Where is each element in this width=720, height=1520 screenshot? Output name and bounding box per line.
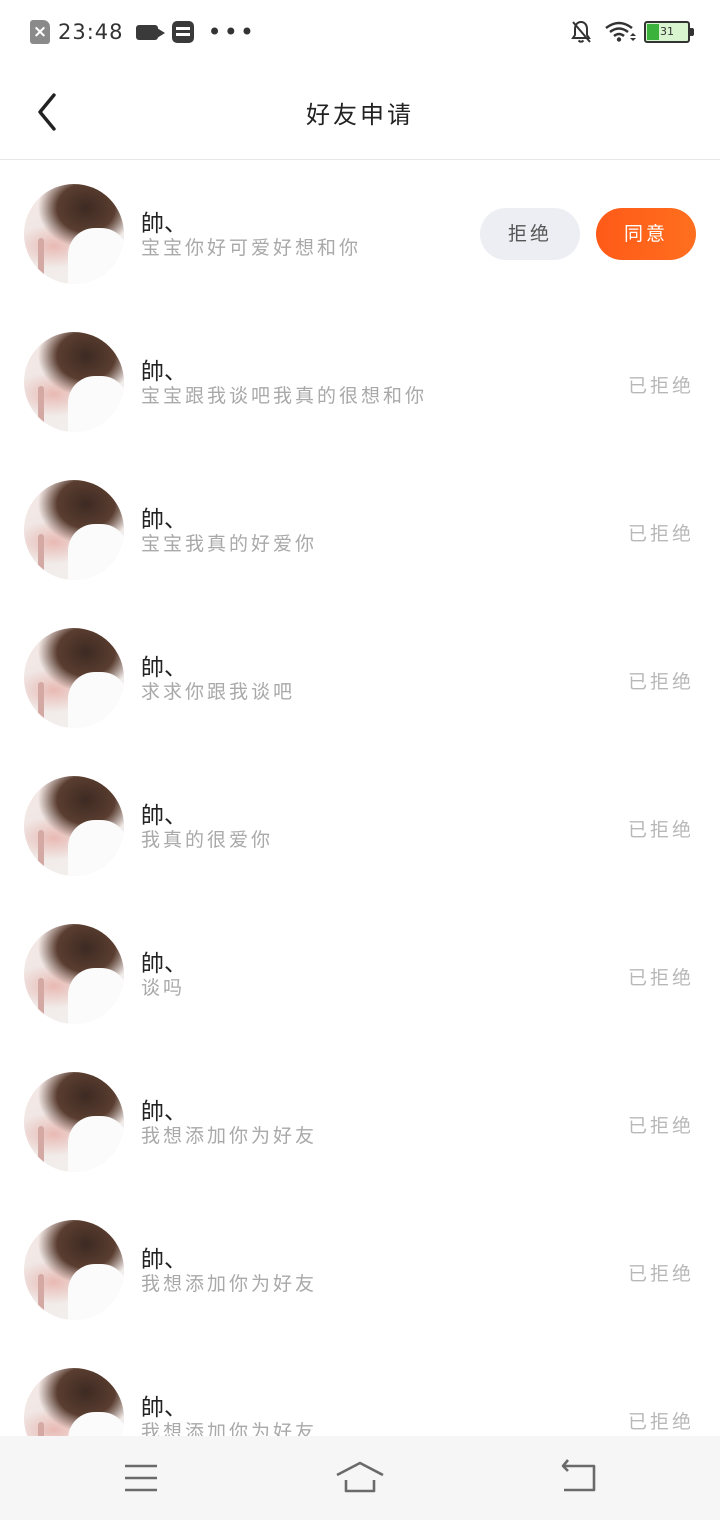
- request-message: 我想添加你为好友: [141, 1125, 318, 1147]
- request-status: 已拒绝: [627, 819, 694, 841]
- agree-button[interactable]: 同意: [596, 208, 696, 260]
- avatar[interactable]: [24, 480, 124, 580]
- request-status: 已拒绝: [627, 375, 694, 397]
- status-right: 31: [570, 18, 694, 46]
- battery-icon: 31: [644, 21, 694, 43]
- request-message: 谈吗: [141, 977, 186, 999]
- system-back-button[interactable]: [548, 1458, 608, 1498]
- bell-off-icon: [571, 20, 591, 43]
- request-message: 宝宝你好可爱好想和你: [141, 237, 362, 259]
- menu-icon: [125, 1464, 157, 1492]
- request-status: 已拒绝: [627, 1115, 694, 1137]
- reject-button[interactable]: 拒绝: [480, 208, 580, 260]
- avatar[interactable]: [24, 776, 124, 876]
- status-left: 23:48 •••: [30, 18, 256, 46]
- avatar[interactable]: [24, 1072, 124, 1172]
- page-title: 好友申请: [306, 101, 414, 129]
- return-icon: [561, 1459, 596, 1492]
- header: 好友申请: [0, 64, 720, 160]
- request-message: 我真的很爱你: [141, 829, 274, 851]
- request-item: 帥、 求求你跟我谈吧 已拒绝: [0, 604, 720, 752]
- avatar[interactable]: [24, 1368, 124, 1436]
- request-message: 我想添加你为好友: [141, 1421, 318, 1436]
- request-item: 帥、 我真的很爱你 已拒绝: [0, 752, 720, 900]
- video-icon: [135, 24, 165, 40]
- home-button[interactable]: [330, 1458, 390, 1498]
- wifi-icon: [605, 21, 636, 42]
- avatar[interactable]: [24, 1220, 124, 1320]
- recent-apps-button[interactable]: [111, 1458, 171, 1498]
- request-item: 帥、 我想添加你为好友 已拒绝: [0, 1344, 720, 1436]
- request-item: 帥、 谈吗 已拒绝: [0, 900, 720, 1048]
- avatar[interactable]: [24, 332, 124, 432]
- app-notification-icon: [171, 21, 194, 43]
- request-status: 已拒绝: [627, 671, 694, 693]
- system-nav-bar: [0, 1436, 720, 1520]
- request-item: 帥、 宝宝你好可爱好想和你 拒绝 同意: [0, 160, 720, 308]
- request-status: 已拒绝: [627, 1411, 694, 1433]
- home-icon: [336, 1461, 384, 1493]
- more-notifications-icon: •••: [207, 18, 256, 46]
- request-status: 已拒绝: [627, 1263, 694, 1285]
- friend-request-list[interactable]: 帥、 宝宝你好可爱好想和你 拒绝 同意 帥、 宝宝跟我谈吧我真的很想和你 已拒绝…: [0, 160, 720, 1436]
- request-message: 宝宝跟我谈吧我真的很想和你: [141, 385, 428, 407]
- avatar[interactable]: [24, 924, 124, 1024]
- request-message: 求求你跟我谈吧: [141, 681, 296, 703]
- sim-error-icon: [30, 20, 50, 44]
- request-item: 帥、 我想添加你为好友 已拒绝: [0, 1048, 720, 1196]
- status-time: 23:48: [58, 20, 124, 44]
- request-message: 宝宝我真的好爱你: [141, 533, 318, 555]
- avatar[interactable]: [24, 628, 124, 728]
- avatar[interactable]: [24, 184, 124, 284]
- request-status: 已拒绝: [627, 967, 694, 989]
- request-item: 帥、 宝宝跟我谈吧我真的很想和你 已拒绝: [0, 308, 720, 456]
- status-bar: 23:48 ••• 31: [0, 0, 720, 64]
- request-item: 帥、 我想添加你为好友 已拒绝: [0, 1196, 720, 1344]
- battery-level: 31: [660, 25, 674, 38]
- request-message: 我想添加你为好友: [141, 1273, 318, 1295]
- request-status: 已拒绝: [627, 523, 694, 545]
- request-item: 帥、 宝宝我真的好爱你 已拒绝: [0, 456, 720, 604]
